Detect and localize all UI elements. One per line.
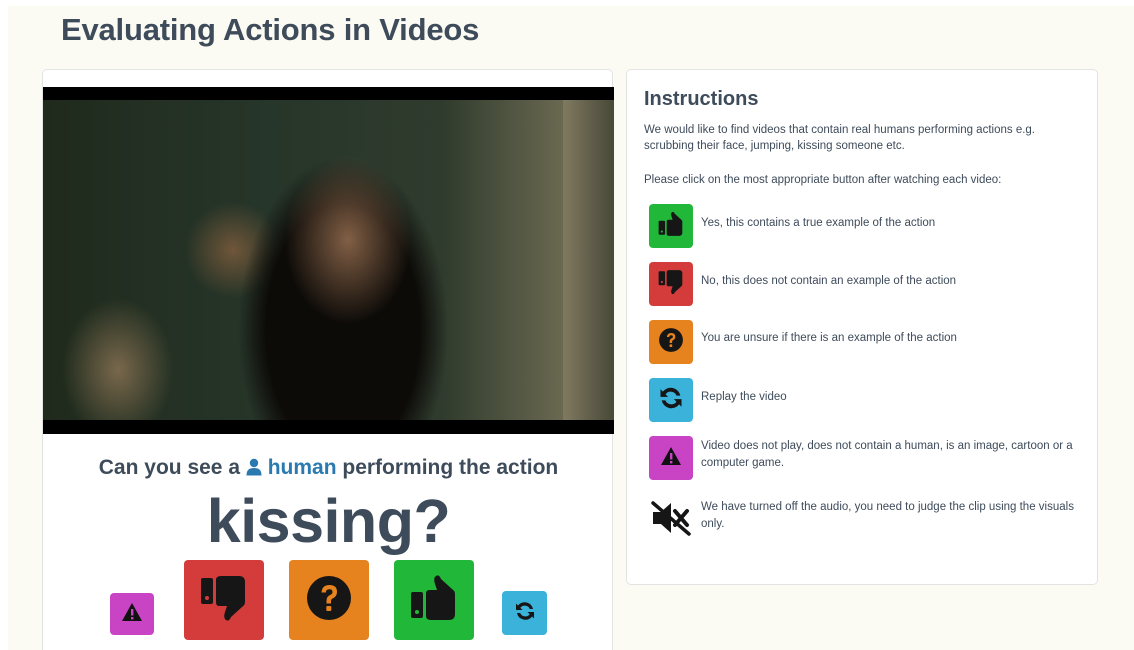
warning-icon	[660, 445, 682, 472]
legend-no-label: No, this does not contain an example of …	[701, 275, 957, 287]
question-circle-icon	[305, 574, 353, 627]
question-prefix: Can you see a	[98, 456, 240, 479]
volume-off-icon	[651, 500, 691, 541]
thumbs-down-icon	[657, 268, 685, 301]
legend-no-icon-box	[649, 262, 693, 306]
user-icon	[246, 458, 262, 482]
legend-replay-label: Replay the video	[701, 391, 787, 403]
instructions-intro: We would like to find videos that contai…	[644, 124, 1035, 152]
instructions-panel: Instructions We would like to find video…	[626, 69, 1098, 585]
instructions-title: Instructions	[644, 88, 759, 110]
legend-unsure-icon-box	[649, 320, 693, 364]
video-frame-edge	[563, 100, 614, 420]
page-title: Evaluating Actions in Videos	[61, 12, 480, 47]
legend-yes-label: Yes, this contains a true example of the…	[701, 217, 936, 229]
legend-invalid-icon-box	[649, 436, 693, 480]
legend-audio-label: We have turned off the audio, you need t…	[701, 501, 1074, 530]
video-player[interactable]	[43, 87, 614, 434]
yes-button[interactable]	[394, 560, 474, 640]
unsure-button[interactable]	[289, 560, 369, 640]
warning-icon	[121, 601, 143, 628]
legend-unsure-label: You are unsure if there is an example of…	[701, 332, 957, 344]
legend-replay-icon-box	[649, 378, 693, 422]
question-text: Can you see a human performing the actio…	[43, 456, 614, 482]
refresh-icon	[513, 599, 537, 628]
instructions-prompt: Please click on the most appropriate but…	[644, 174, 1002, 186]
thumbs-down-icon	[199, 572, 249, 629]
legend-audio-icon-box	[649, 498, 693, 542]
subject-label: human	[267, 456, 337, 479]
question-circle-icon	[658, 327, 684, 358]
replay-button[interactable]	[502, 591, 547, 635]
legend-invalid-label: Video does not play, does not contain a …	[701, 440, 1073, 469]
refresh-icon	[657, 384, 685, 417]
video-panel: Can you see a human performing the actio…	[42, 69, 614, 650]
no-button[interactable]	[184, 560, 264, 640]
page-background: Evaluating Actions in Videos Can you see…	[8, 6, 1134, 650]
thumbs-up-icon	[409, 572, 459, 629]
video-frame	[43, 100, 614, 420]
thumbs-up-icon	[657, 210, 685, 243]
action-word: kissing?	[206, 487, 451, 555]
legend-yes-icon-box	[649, 204, 693, 248]
question-suffix: performing the action	[342, 456, 559, 479]
invalid-video-button[interactable]	[110, 593, 154, 635]
